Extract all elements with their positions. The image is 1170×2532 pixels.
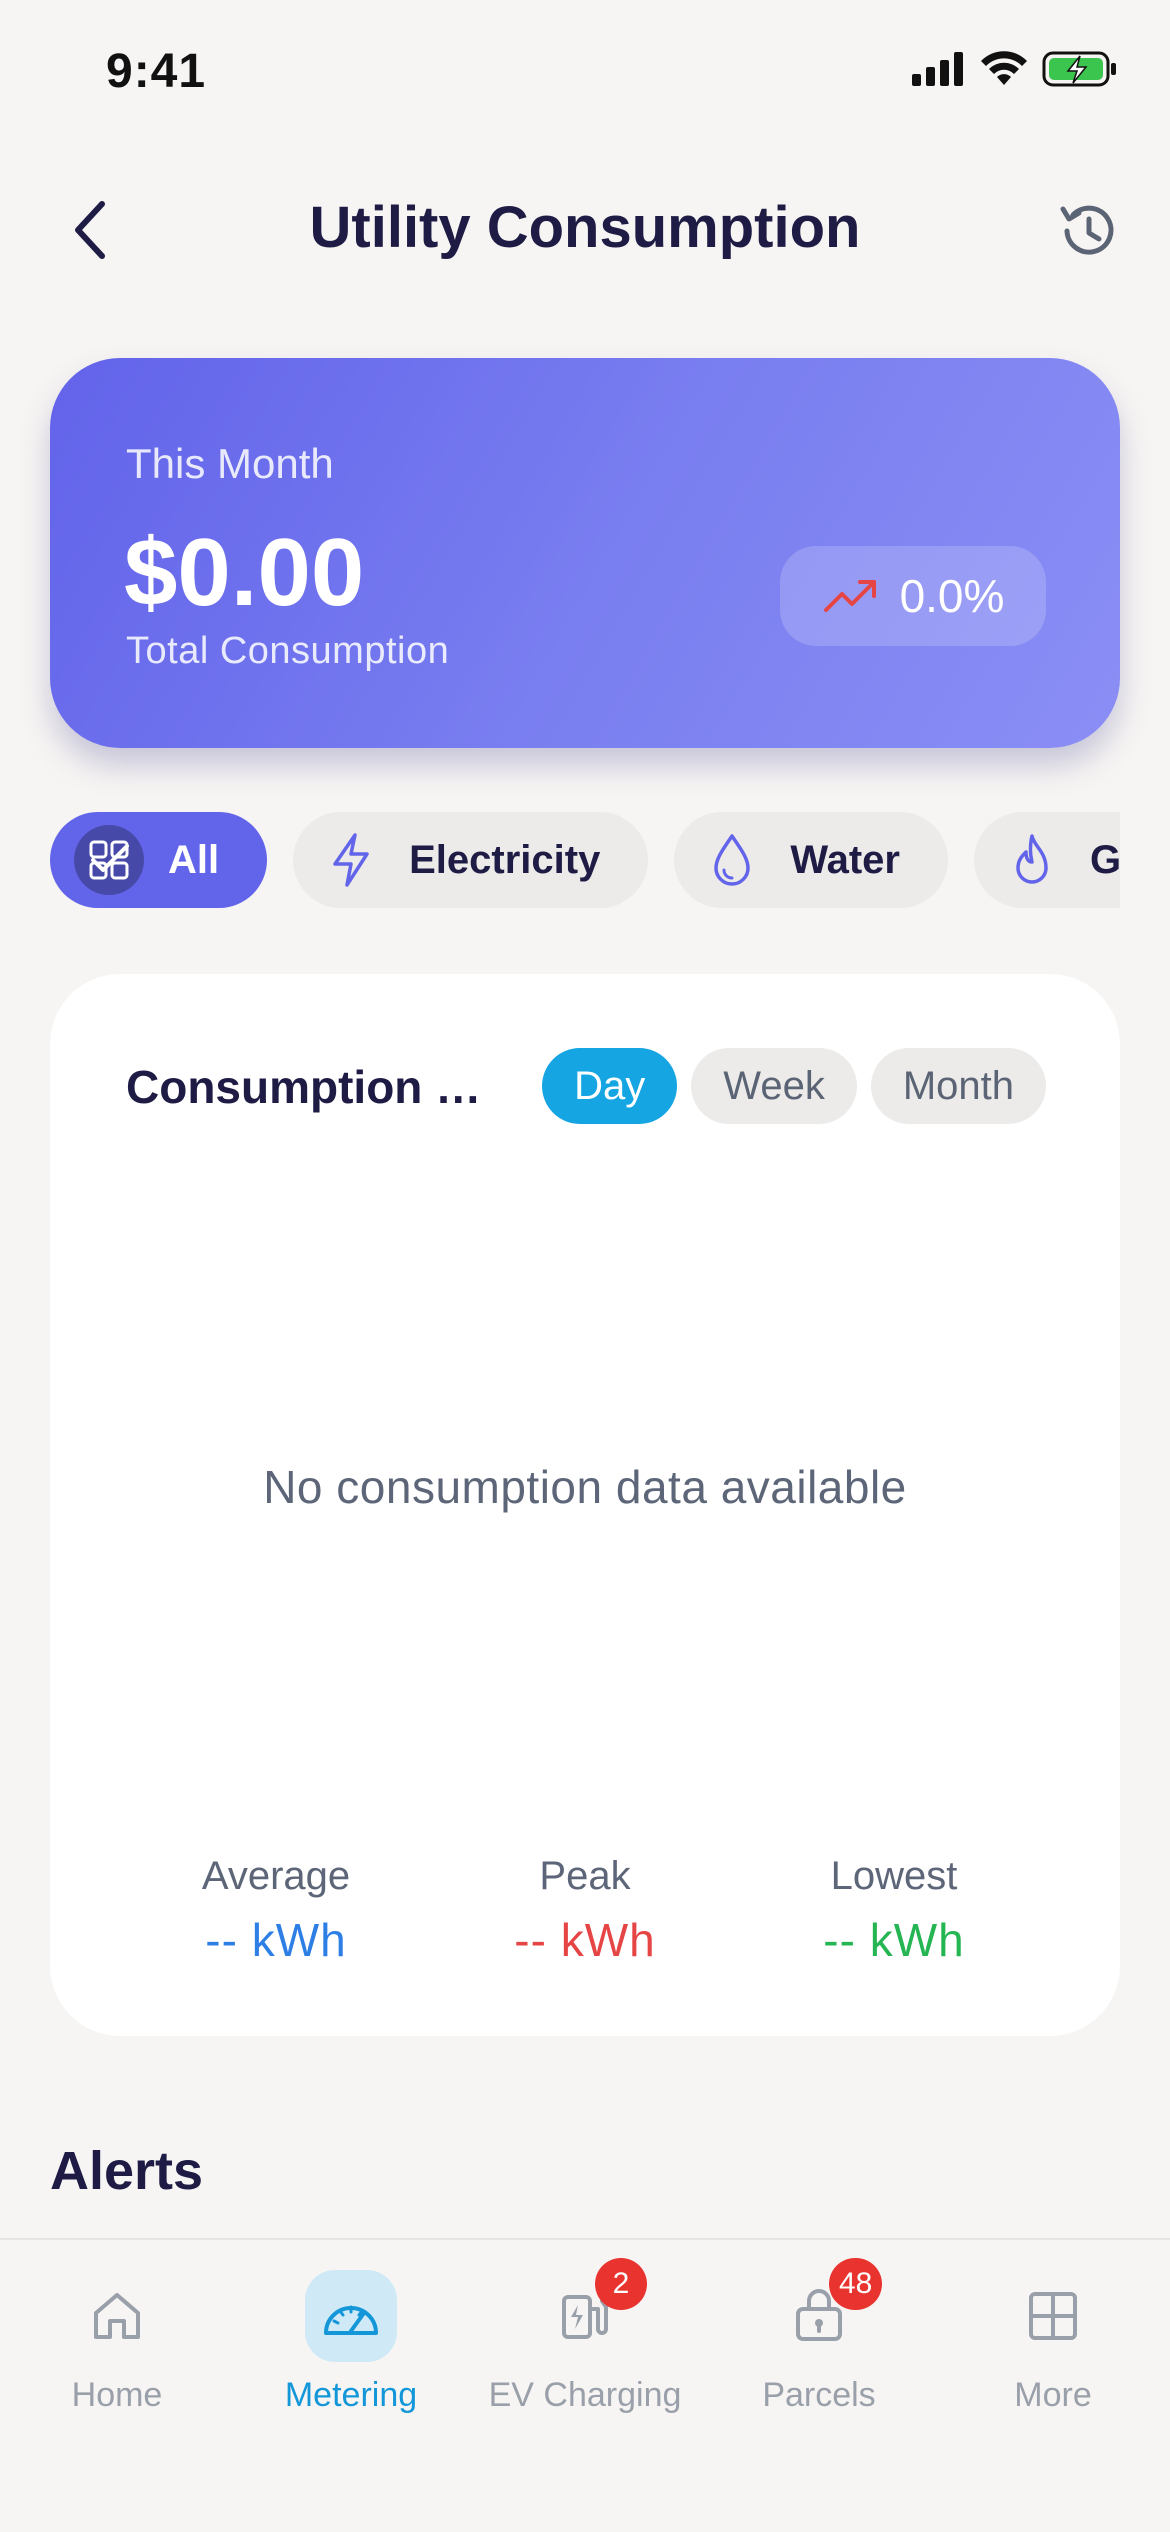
status-icons	[912, 50, 1118, 88]
range-tab-week[interactable]: Week	[691, 1048, 857, 1124]
lightning-icon	[333, 833, 369, 887]
category-chips: All Electricity Water Gas	[50, 812, 1120, 912]
consumption-trends-card: Consumption Trends Day Week Month No con…	[50, 974, 1120, 2036]
history-icon	[1060, 205, 1114, 255]
grid-check-icon	[74, 825, 144, 895]
summary-period: This Month	[126, 440, 334, 487]
tab-home[interactable]: Home	[0, 2270, 234, 2440]
stat-value: -- kWh	[823, 1914, 965, 1966]
stat-label: Lowest	[830, 1854, 958, 1898]
cellular-signal-icon	[912, 52, 963, 86]
tab-label: Home	[71, 2376, 163, 2414]
stat-lowest: Lowest -- kWh	[744, 1854, 1044, 1967]
tab-parcels[interactable]: 48 Parcels	[702, 2258, 936, 2440]
grid-icon	[1029, 2292, 1077, 2340]
chip-label: All	[168, 837, 220, 882]
trend-value: 0.0%	[899, 570, 1005, 622]
chip-label: Electricity	[409, 837, 601, 882]
gauge-icon	[324, 2305, 378, 2335]
stat-value: -- kWh	[514, 1914, 656, 1966]
wifi-icon	[981, 51, 1027, 85]
tab-metering[interactable]: Metering	[234, 2270, 468, 2440]
trend-badge: 0.0%	[780, 546, 1046, 646]
alerts-heading: Alerts	[50, 2141, 204, 2201]
empty-state-message: No consumption data available	[263, 1461, 907, 1513]
summary-subtitle: Total Consumption	[126, 630, 450, 672]
summary-amount: $0.00	[124, 519, 365, 626]
chip-electricity[interactable]: Electricity	[293, 812, 649, 908]
range-tab-month[interactable]: Month	[870, 1048, 1046, 1124]
history-button[interactable]	[1044, 188, 1130, 274]
chip-label: Water	[790, 837, 900, 882]
tab-label: EV Charging	[488, 2376, 682, 2414]
range-tab-day[interactable]: Day	[542, 1048, 678, 1124]
trend-card-title: Consumption Trends	[126, 1061, 506, 1113]
chip-gas[interactable]: Gas	[974, 812, 1120, 908]
tab-more[interactable]: More	[936, 2270, 1170, 2440]
ev-charging-badge: 2	[595, 2258, 647, 2310]
stat-label: Peak	[539, 1854, 631, 1898]
status-time: 9:41	[106, 45, 207, 98]
stat-average: Average -- kWh	[126, 1854, 426, 1967]
tab-ev-charging[interactable]: 2 EV Charging	[468, 2258, 702, 2440]
chip-water[interactable]: Water	[674, 812, 948, 908]
parcels-badge: 48	[829, 2258, 883, 2310]
tab-label: More	[1014, 2376, 1092, 2414]
flame-icon	[1016, 834, 1048, 884]
stat-value: -- kWh	[205, 1914, 347, 1966]
trending-up-icon	[823, 580, 876, 612]
tab-label: Parcels	[762, 2376, 876, 2414]
header: Utility Consumption	[0, 170, 1170, 290]
tab-label: Metering	[284, 2376, 418, 2414]
bottom-tab-bar: Home Metering 2 EV Charging 48 Parcels M…	[0, 2238, 1170, 2532]
stat-peak: Peak -- kWh	[435, 1854, 735, 1967]
summary-card: This Month $0.00 Total Consumption 0.0%	[50, 358, 1120, 748]
chip-all[interactable]: All	[50, 812, 268, 908]
chip-label: Gas	[1090, 837, 1120, 882]
stats-row: Average -- kWh Peak -- kWh Lowest -- kWh	[126, 1854, 1044, 1967]
range-tabs: Day Week Month	[542, 1048, 1046, 1124]
water-drop-icon	[714, 834, 751, 886]
battery-charging-icon	[1042, 51, 1116, 87]
page-title: Utility Consumption	[309, 195, 861, 260]
status-bar: 9:41	[0, 0, 1170, 150]
stat-label: Average	[201, 1854, 351, 1898]
home-icon	[94, 2293, 140, 2339]
